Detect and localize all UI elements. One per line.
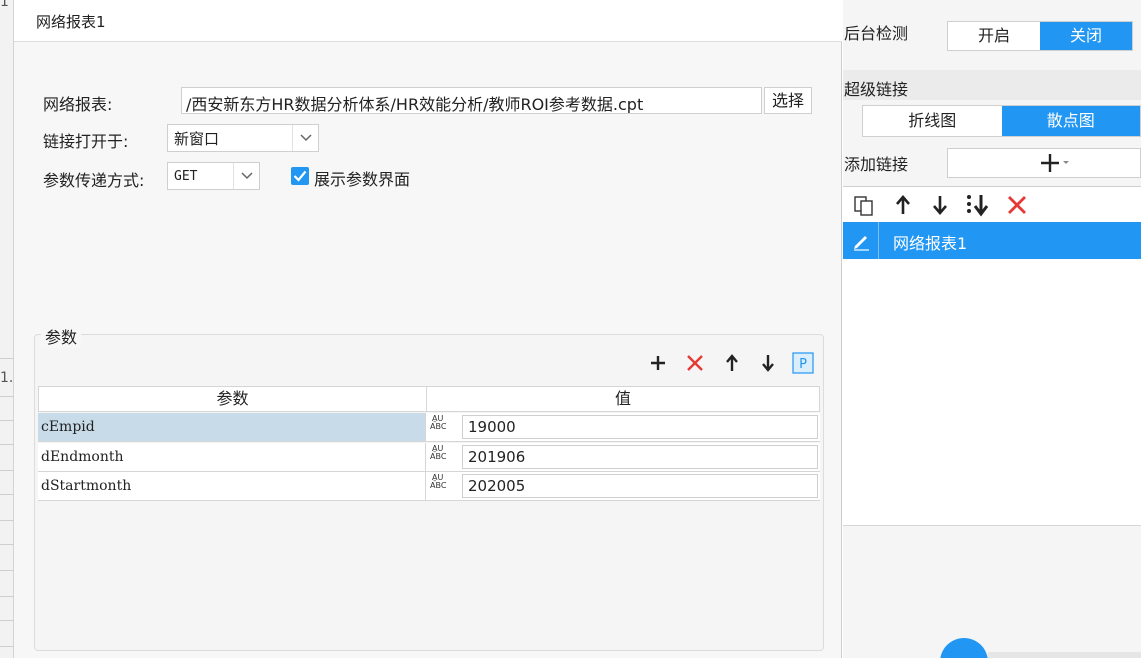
svg-text:P: P <box>799 357 807 372</box>
hyperlink-dialog: 网络报表1 网络报表: /西安新东方HR数据分析体系/HR效能分析/教师ROI参… <box>14 0 842 658</box>
params-group-title: 参数 <box>41 324 82 348</box>
add-dropdown-icon <box>1041 154 1069 172</box>
link-item-label: 网络报表1 <box>893 234 968 253</box>
open-in-label: 链接打开于: <box>43 132 129 151</box>
edit-icon[interactable] <box>843 222 879 259</box>
background-strip: 1 1. <box>0 0 14 658</box>
bg-check-label: 后台检测 <box>844 24 909 43</box>
report-path-field[interactable]: /西安新东方HR数据分析体系/HR效能分析/教师ROI参考数据.cpt <box>181 87 762 114</box>
chevron-down-icon <box>233 163 259 189</box>
bg-check-toggle: 开启 关闭 <box>947 21 1133 51</box>
delete-icon[interactable] <box>683 351 707 375</box>
param-name-column-header: 参数 <box>39 387 427 411</box>
report-label: 网络报表: <box>43 95 113 114</box>
link-list: 网络报表1 <box>843 222 1141 526</box>
dialog-title: 网络报表1 <box>36 13 106 31</box>
method-label: 参数传递方式: <box>43 171 145 190</box>
method-select[interactable]: GET <box>167 162 260 190</box>
move-down-icon[interactable] <box>756 351 780 375</box>
list-item[interactable]: 网络报表1 <box>843 222 1141 259</box>
text-type-icon[interactable]: A̱U ABC <box>428 415 460 441</box>
bg-check-on-option[interactable]: 开启 <box>948 22 1040 50</box>
checkmark-icon <box>293 170 307 182</box>
text-type-icon[interactable]: A̱U ABC <box>428 474 460 500</box>
tab-scatter-chart[interactable]: 散点图 <box>1001 106 1140 136</box>
param-value-cell[interactable]: 201906 <box>462 445 818 469</box>
method-value: GET <box>174 169 198 184</box>
move-to-bottom-icon[interactable] <box>965 193 993 221</box>
table-row[interactable]: dEndmonth A̱U ABC 201906 <box>38 443 820 472</box>
param-name-cell[interactable]: dStartmonth <box>38 472 426 500</box>
background-fragment-mid: 1. <box>0 370 14 386</box>
param-value-column-header: 值 <box>614 389 631 408</box>
add-link-button[interactable] <box>947 148 1141 178</box>
delete-icon[interactable] <box>1007 195 1027 219</box>
table-row[interactable]: cEmpid A̱U ABC 19000 <box>38 413 820 442</box>
chart-type-tabs: 折线图 散点图 <box>862 105 1141 137</box>
move-up-icon[interactable] <box>895 194 911 220</box>
chevron-down-icon <box>292 125 318 151</box>
hyperlink-label: 超级链接 <box>844 80 909 99</box>
hyperlink-section-header: 超级链接 <box>843 70 1141 100</box>
copy-icon[interactable] <box>853 195 877 221</box>
move-up-icon[interactable] <box>720 351 744 375</box>
choose-button[interactable]: 选择 <box>764 87 812 114</box>
background-fragment-top: 1 <box>0 0 9 10</box>
link-toolbar <box>843 186 1141 222</box>
tab-line-chart[interactable]: 折线图 <box>863 106 1002 136</box>
param-name-cell[interactable]: cEmpid <box>38 413 426 441</box>
add-link-label: 添加链接 <box>844 155 909 174</box>
parameter-icon[interactable]: P <box>791 351 815 375</box>
open-in-select[interactable]: 新窗口 <box>167 124 319 152</box>
param-value-cell[interactable]: 19000 <box>462 415 818 439</box>
param-name-cell[interactable]: dEndmonth <box>38 443 426 471</box>
move-down-icon[interactable] <box>932 194 948 220</box>
show-params-label: 展示参数界面 <box>314 170 411 189</box>
dialog-title-bar: 网络报表1 <box>14 0 842 42</box>
right-property-panel: 后台检测 开启 关闭 超级链接 折线图 散点图 添加链接 网络报表1 <box>843 0 1141 658</box>
table-row[interactable]: dStartmonth A̱U ABC 202005 <box>38 472 820 501</box>
bg-check-off-option[interactable]: 关闭 <box>1040 22 1132 50</box>
params-table-header: 参数 值 <box>38 386 820 412</box>
add-icon[interactable] <box>646 351 670 375</box>
show-params-checkbox[interactable] <box>291 167 309 185</box>
text-type-icon[interactable]: A̱U ABC <box>428 445 460 471</box>
bottom-strip <box>988 652 1141 658</box>
open-in-value: 新窗口 <box>174 130 220 148</box>
param-value-cell[interactable]: 202005 <box>462 474 818 498</box>
